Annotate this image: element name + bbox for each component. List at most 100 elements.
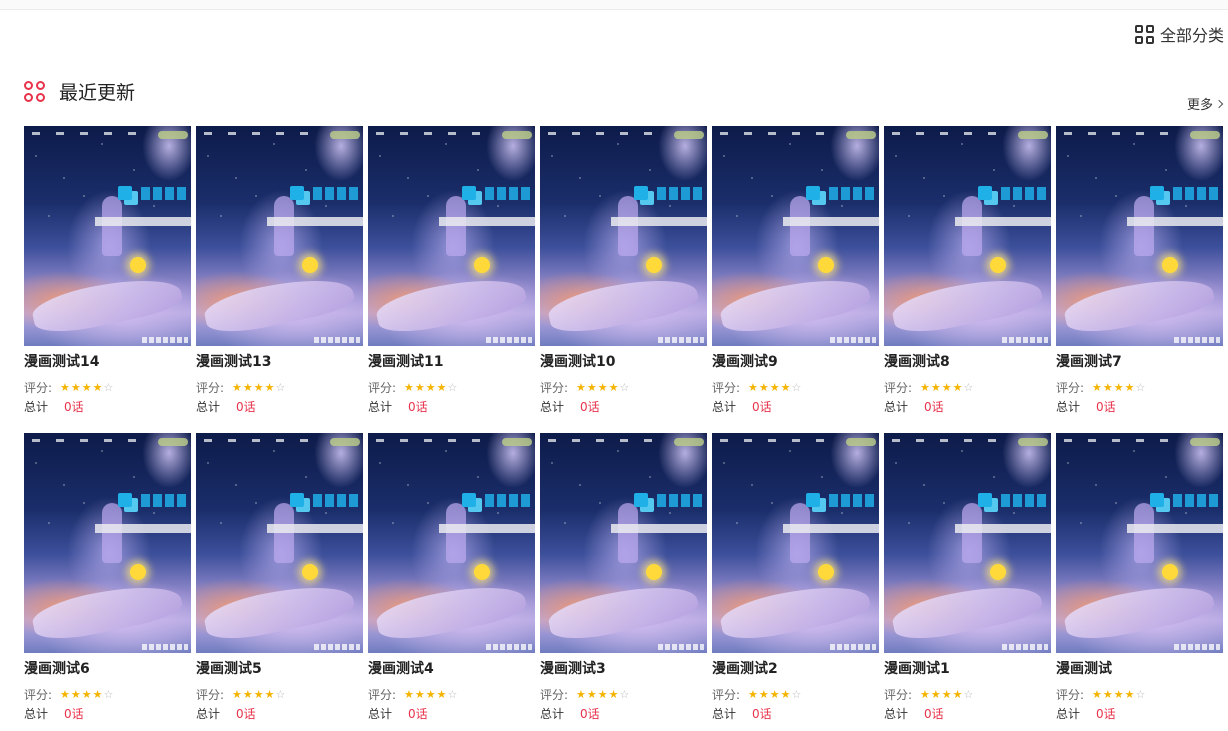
section-title: 最近更新	[59, 82, 136, 104]
comic-cover-image[interactable]	[196, 126, 363, 346]
comic-cover-image[interactable]	[368, 126, 535, 346]
comic-card[interactable]: 漫画测试10 评分: ★★★★☆ 总计 0话	[540, 126, 707, 433]
comic-rating: 评分: ★★★★☆	[884, 686, 1051, 702]
comic-rating: 评分: ★★★★☆	[884, 379, 1051, 395]
star-empty-icon: ☆	[619, 380, 631, 394]
comic-total: 总计 0话	[712, 705, 879, 721]
comic-card[interactable]: 漫画测试4 评分: ★★★★☆ 总计 0话	[368, 433, 535, 731]
rating-label: 评分:	[368, 687, 397, 702]
star-empty-icon: ☆	[447, 687, 459, 701]
comic-title[interactable]: 漫画测试9	[712, 353, 879, 371]
episode-count: 0话	[64, 706, 84, 721]
rating-stars: ★★★★☆	[748, 688, 802, 701]
total-label: 总计	[24, 706, 49, 721]
star-filled-icon: ★	[253, 687, 265, 701]
comic-grid: 漫画测试14 评分: ★★★★☆ 总计 0话 漫画测试13 评分: ★★★★☆ 总计 0话 漫画测试…	[24, 126, 1223, 731]
episode-count: 0话	[1096, 399, 1116, 414]
star-filled-icon: ★	[1102, 380, 1114, 394]
rating-stars: ★★★★☆	[404, 381, 458, 394]
comic-title[interactable]: 漫画测试2	[712, 660, 879, 678]
rating-label: 评分:	[884, 687, 913, 702]
star-filled-icon: ★	[608, 380, 620, 394]
rating-stars: ★★★★☆	[232, 688, 286, 701]
comic-total: 总计 0话	[196, 398, 363, 414]
star-filled-icon: ★	[780, 687, 792, 701]
comic-rating: 评分: ★★★★☆	[24, 379, 191, 395]
episode-count: 0话	[64, 399, 84, 414]
star-filled-icon: ★	[748, 687, 759, 701]
comic-card[interactable]: 漫画测试2 评分: ★★★★☆ 总计 0话	[712, 433, 879, 731]
comic-title[interactable]: 漫画测试1	[884, 660, 1051, 678]
comic-cover-image[interactable]	[196, 433, 363, 653]
comic-title[interactable]: 漫画测试10	[540, 353, 707, 371]
comic-cover-image[interactable]	[24, 433, 191, 653]
star-filled-icon: ★	[941, 687, 953, 701]
comic-title[interactable]: 漫画测试13	[196, 353, 363, 371]
comic-rating: 评分: ★★★★☆	[712, 686, 879, 702]
comic-cover-image[interactable]	[368, 433, 535, 653]
star-filled-icon: ★	[436, 380, 448, 394]
star-filled-icon: ★	[242, 380, 254, 394]
comic-total: 总计 0话	[368, 398, 535, 414]
star-filled-icon: ★	[1102, 687, 1114, 701]
episode-count: 0话	[580, 399, 600, 414]
star-filled-icon: ★	[1124, 380, 1136, 394]
comic-cover-image[interactable]	[540, 433, 707, 653]
star-filled-icon: ★	[92, 687, 104, 701]
total-label: 总计	[368, 399, 393, 414]
comic-cover-image[interactable]	[1056, 126, 1223, 346]
comic-cover-image[interactable]	[540, 126, 707, 346]
star-filled-icon: ★	[769, 380, 781, 394]
comic-card[interactable]: 漫画测试11 评分: ★★★★☆ 总计 0话	[368, 126, 535, 433]
star-filled-icon: ★	[404, 687, 415, 701]
comic-cover-image[interactable]	[24, 126, 191, 346]
comic-card[interactable]: 漫画测试6 评分: ★★★★☆ 总计 0话	[24, 433, 191, 731]
comic-card[interactable]: 漫画测试3 评分: ★★★★☆ 总计 0话	[540, 433, 707, 731]
total-label: 总计	[712, 399, 737, 414]
comic-card[interactable]: 漫画测试14 评分: ★★★★☆ 总计 0话	[24, 126, 191, 433]
episode-count: 0话	[752, 706, 772, 721]
comic-card[interactable]: 漫画测试1 评分: ★★★★☆ 总计 0话	[884, 433, 1051, 731]
comic-card[interactable]: 漫画测试8 评分: ★★★★☆ 总计 0话	[884, 126, 1051, 433]
star-empty-icon: ☆	[447, 380, 459, 394]
comic-cover-image[interactable]	[884, 433, 1051, 653]
comic-total: 总计 0话	[196, 705, 363, 721]
star-empty-icon: ☆	[791, 380, 803, 394]
comic-cover-image[interactable]	[712, 433, 879, 653]
star-filled-icon: ★	[930, 687, 942, 701]
comic-rating: 评分: ★★★★☆	[540, 686, 707, 702]
star-empty-icon: ☆	[1135, 687, 1147, 701]
comic-title[interactable]: 漫画测试11	[368, 353, 535, 371]
star-filled-icon: ★	[952, 380, 964, 394]
episode-count: 0话	[408, 706, 428, 721]
comic-card[interactable]: 漫画测试9 评分: ★★★★☆ 总计 0话	[712, 126, 879, 433]
more-link[interactable]: 更多	[1187, 94, 1224, 113]
comic-card[interactable]: 漫画测试13 评分: ★★★★☆ 总计 0话	[196, 126, 363, 433]
episode-count: 0话	[580, 706, 600, 721]
comic-title[interactable]: 漫画测试7	[1056, 353, 1223, 371]
star-empty-icon: ☆	[103, 687, 115, 701]
comic-title[interactable]: 漫画测试4	[368, 660, 535, 678]
comic-cover-image[interactable]	[712, 126, 879, 346]
comic-title[interactable]: 漫画测试3	[540, 660, 707, 678]
comic-card[interactable]: 漫画测试7 评分: ★★★★☆ 总计 0话	[1056, 126, 1223, 433]
rating-label: 评分:	[1056, 380, 1085, 395]
all-categories-button[interactable]: 全部分类	[1134, 22, 1224, 46]
star-filled-icon: ★	[70, 687, 82, 701]
star-filled-icon: ★	[597, 687, 609, 701]
comic-title[interactable]: 漫画测试5	[196, 660, 363, 678]
comic-title[interactable]: 漫画测试	[1056, 660, 1223, 678]
star-filled-icon: ★	[952, 687, 964, 701]
comic-title[interactable]: 漫画测试14	[24, 353, 191, 371]
rating-label: 评分:	[540, 687, 569, 702]
rating-stars: ★★★★☆	[404, 688, 458, 701]
comic-title[interactable]: 漫画测试8	[884, 353, 1051, 371]
comic-card[interactable]: 漫画测试 评分: ★★★★☆ 总计 0话	[1056, 433, 1223, 731]
comic-cover-image[interactable]	[1056, 433, 1223, 653]
star-filled-icon: ★	[1124, 687, 1136, 701]
comic-cover-image[interactable]	[884, 126, 1051, 346]
episode-count: 0话	[924, 706, 944, 721]
comic-card[interactable]: 漫画测试5 评分: ★★★★☆ 总计 0话	[196, 433, 363, 731]
comic-title[interactable]: 漫画测试6	[24, 660, 191, 678]
star-filled-icon: ★	[930, 380, 942, 394]
